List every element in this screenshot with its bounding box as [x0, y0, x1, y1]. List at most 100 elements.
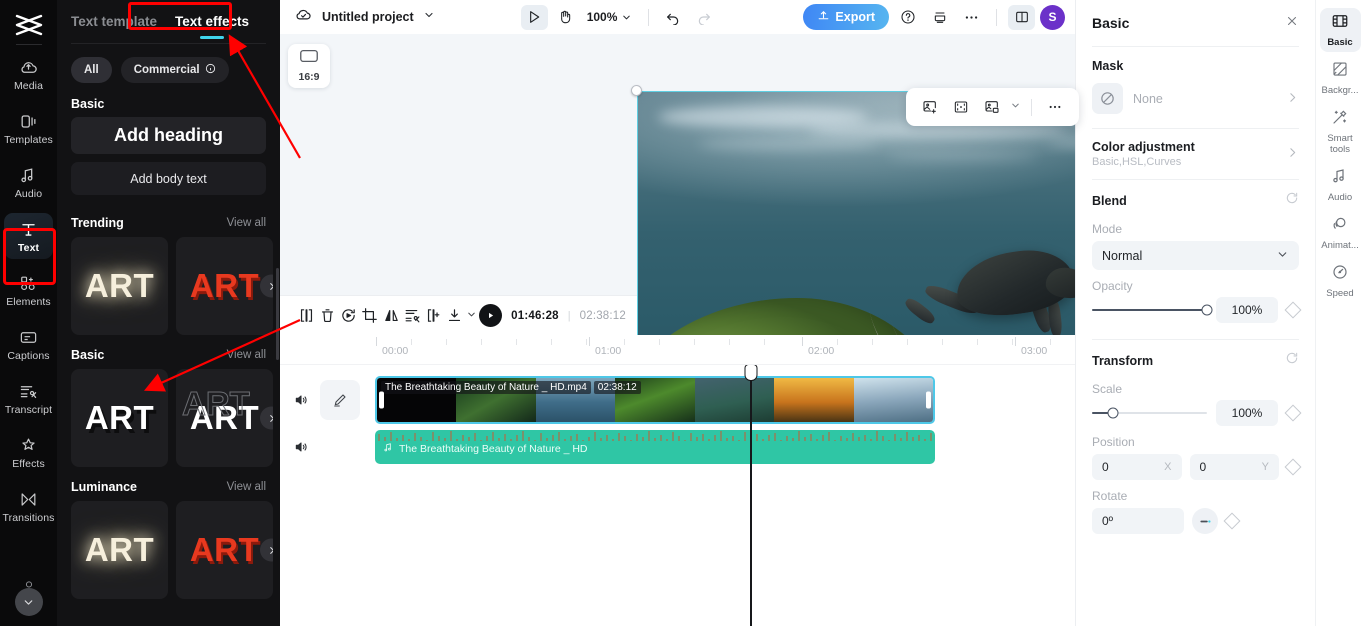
- sidebar-item-transcript[interactable]: Transcript: [4, 375, 53, 421]
- right-rail-item-animation[interactable]: Animat...: [1320, 211, 1361, 255]
- crop-icon[interactable]: [359, 302, 380, 330]
- template-card[interactable]: ART: [71, 369, 168, 467]
- hand-icon[interactable]: [552, 5, 579, 30]
- remove-segment-icon[interactable]: [402, 302, 423, 330]
- clip-trim-handle-left[interactable]: [379, 391, 384, 409]
- sidebar-item-effects[interactable]: Effects: [4, 429, 53, 475]
- close-icon[interactable]: [1285, 14, 1299, 33]
- download-icon[interactable]: [444, 302, 465, 330]
- help-circle-icon[interactable]: [894, 5, 921, 30]
- cursor-arrow-icon[interactable]: [520, 4, 548, 30]
- template-card[interactable]: ART: [71, 501, 168, 599]
- top-header: Untitled project 100% Export S: [280, 0, 1075, 34]
- sidebar-item-audio[interactable]: Audio: [4, 159, 53, 205]
- layers-icon[interactable]: [926, 5, 953, 30]
- avatar[interactable]: S: [1040, 4, 1065, 30]
- add-heading-button[interactable]: Add heading: [71, 117, 266, 154]
- speaker-icon[interactable]: [288, 434, 314, 460]
- scroll-right-icon[interactable]: [260, 538, 273, 562]
- right-rail-item-speed[interactable]: Speed: [1320, 259, 1361, 303]
- right-rail-item-background[interactable]: Backgr...: [1320, 56, 1361, 100]
- template-card[interactable]: ART ART: [176, 369, 273, 467]
- filter-chip-commercial[interactable]: Commercial: [120, 57, 229, 83]
- video-clip[interactable]: The Breathtaking Beauty of Nature _ HD.m…: [375, 376, 935, 424]
- chevron-down-icon[interactable]: [466, 307, 477, 325]
- template-card[interactable]: ART: [176, 501, 273, 599]
- sidebar-item-media[interactable]: Media: [4, 51, 53, 97]
- mask-selector[interactable]: None: [1092, 73, 1299, 128]
- mask-label: Mask: [1092, 59, 1124, 73]
- replace-media-icon[interactable]: [979, 94, 1005, 120]
- position-y-field[interactable]: 0 Y: [1189, 454, 1279, 480]
- split-layout-icon[interactable]: [1008, 4, 1035, 30]
- export-button[interactable]: Export: [803, 4, 889, 30]
- keyframe-diamond-icon[interactable]: [1223, 512, 1241, 530]
- project-name[interactable]: Untitled project: [322, 10, 414, 24]
- sidebar-item-elements[interactable]: Elements: [4, 267, 53, 313]
- tab-text-template[interactable]: Text template: [71, 14, 157, 35]
- scroll-right-icon[interactable]: [260, 406, 273, 430]
- keyframe-diamond-icon[interactable]: [1284, 404, 1302, 422]
- playhead[interactable]: [744, 365, 758, 626]
- opacity-slider[interactable]: [1092, 304, 1213, 316]
- chevron-down-icon[interactable]: [1010, 98, 1021, 116]
- rotate-field[interactable]: 0º: [1092, 508, 1184, 534]
- view-all-link[interactable]: View all: [227, 217, 266, 229]
- more-horizontal-icon[interactable]: [958, 5, 985, 30]
- right-rail-item-basic[interactable]: Basic: [1319, 8, 1361, 52]
- keyframe-diamond-icon[interactable]: [1284, 301, 1302, 319]
- clip-name: The Breathtaking Beauty of Nature _ HD.m…: [381, 381, 591, 394]
- chevron-down-icon[interactable]: [423, 8, 435, 26]
- ruler-label: 02:00: [808, 345, 835, 357]
- sidebar-item-text[interactable]: Text: [4, 213, 53, 259]
- zoom-level-selector[interactable]: 100%: [587, 10, 633, 24]
- add-body-text-button[interactable]: Add body text: [71, 162, 266, 195]
- template-card[interactable]: ART: [176, 237, 273, 335]
- opacity-value[interactable]: 100%: [1216, 297, 1278, 323]
- timeline-ruler[interactable]: 00:00 01:00 02:00 03:00: [280, 335, 1075, 365]
- mirror-flip-icon[interactable]: [381, 302, 402, 330]
- clip-trim-handle-right[interactable]: [926, 391, 931, 409]
- reset-icon[interactable]: [1285, 191, 1299, 210]
- right-rail-item-smart-tools[interactable]: Smart tools: [1320, 104, 1361, 159]
- color-adjustment-row[interactable]: Color adjustment Basic,HSL,Curves: [1092, 129, 1299, 179]
- freeze-frame-icon[interactable]: [423, 302, 444, 330]
- speaker-icon[interactable]: [288, 387, 314, 413]
- blend-mode-select[interactable]: Normal: [1092, 241, 1299, 270]
- template-card[interactable]: ART: [71, 237, 168, 335]
- split-icon[interactable]: [296, 302, 317, 330]
- sidebar-item-captions[interactable]: Captions: [4, 321, 53, 367]
- filter-chip-all[interactable]: All: [71, 57, 112, 83]
- sidebar-item-transitions[interactable]: Transitions: [2, 483, 54, 529]
- scale-slider[interactable]: [1092, 407, 1207, 419]
- view-all-link[interactable]: View all: [227, 481, 266, 493]
- right-rail-item-audio[interactable]: Audio: [1320, 163, 1361, 207]
- undo-icon[interactable]: [659, 5, 686, 30]
- view-all-link[interactable]: View all: [227, 349, 266, 361]
- tab-text-effects[interactable]: Text effects: [175, 14, 249, 35]
- pencil-icon[interactable]: [320, 380, 360, 420]
- rotate-dial-icon[interactable]: [1192, 508, 1218, 534]
- reverse-icon[interactable]: [338, 302, 359, 330]
- reset-icon[interactable]: [1285, 351, 1299, 370]
- panel-scrollbar[interactable]: [276, 268, 279, 360]
- play-button[interactable]: [479, 304, 503, 327]
- collapse-rail-button[interactable]: [14, 588, 43, 616]
- delete-trash-icon[interactable]: [317, 302, 338, 330]
- templates-icon: [19, 111, 38, 132]
- fit-frame-icon[interactable]: [948, 94, 974, 120]
- resize-handle-top-left[interactable]: [631, 85, 642, 96]
- scroll-right-icon[interactable]: [260, 274, 273, 298]
- audio-clip[interactable]: The Breathtaking Beauty of Nature _ HD: [375, 430, 935, 464]
- sidebar-item-templates[interactable]: Templates: [4, 105, 53, 151]
- add-image-icon[interactable]: [917, 94, 943, 120]
- redo-icon[interactable]: [690, 5, 717, 30]
- position-x-field[interactable]: 0 X: [1092, 454, 1182, 480]
- more-horizontal-icon[interactable]: [1042, 94, 1068, 120]
- audio-clip-name: The Breathtaking Beauty of Nature _ HD: [399, 443, 588, 455]
- aspect-ratio-button[interactable]: 16:9: [288, 44, 330, 88]
- playhead-knob[interactable]: [744, 365, 758, 381]
- timeline-tracks: The Breathtaking Beauty of Nature _ HD.m…: [280, 365, 1075, 626]
- scale-value[interactable]: 100%: [1216, 400, 1278, 426]
- keyframe-diamond-icon[interactable]: [1284, 458, 1302, 476]
